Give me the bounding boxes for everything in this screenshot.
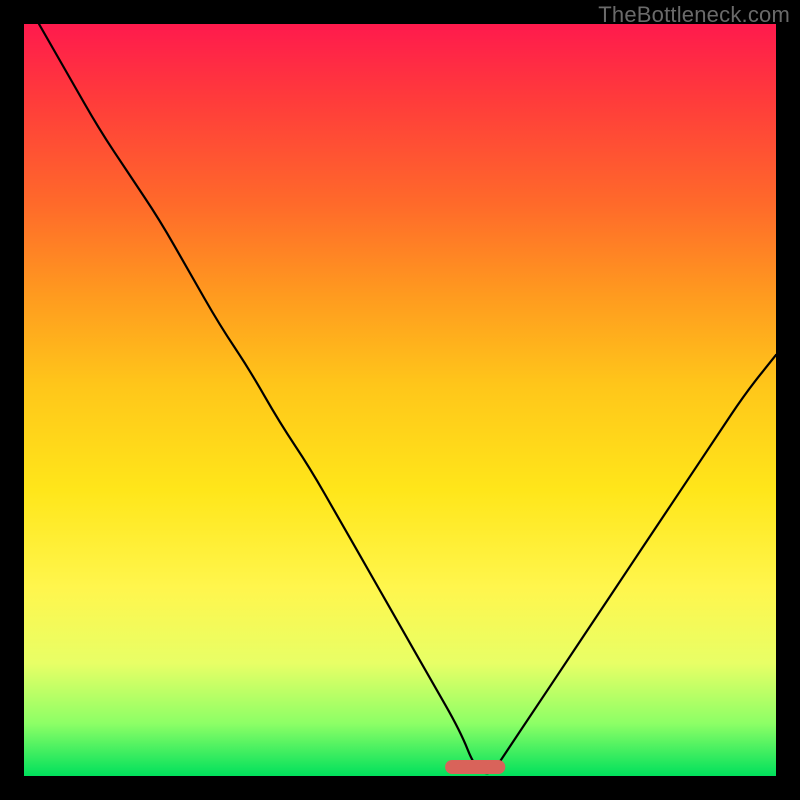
chart-frame: TheBottleneck.com [0,0,800,800]
plot-area [24,24,776,776]
bottleneck-curve [39,24,776,773]
optimal-range-marker [445,760,505,774]
chart-svg [24,24,776,776]
watermark-text: TheBottleneck.com [598,2,790,28]
